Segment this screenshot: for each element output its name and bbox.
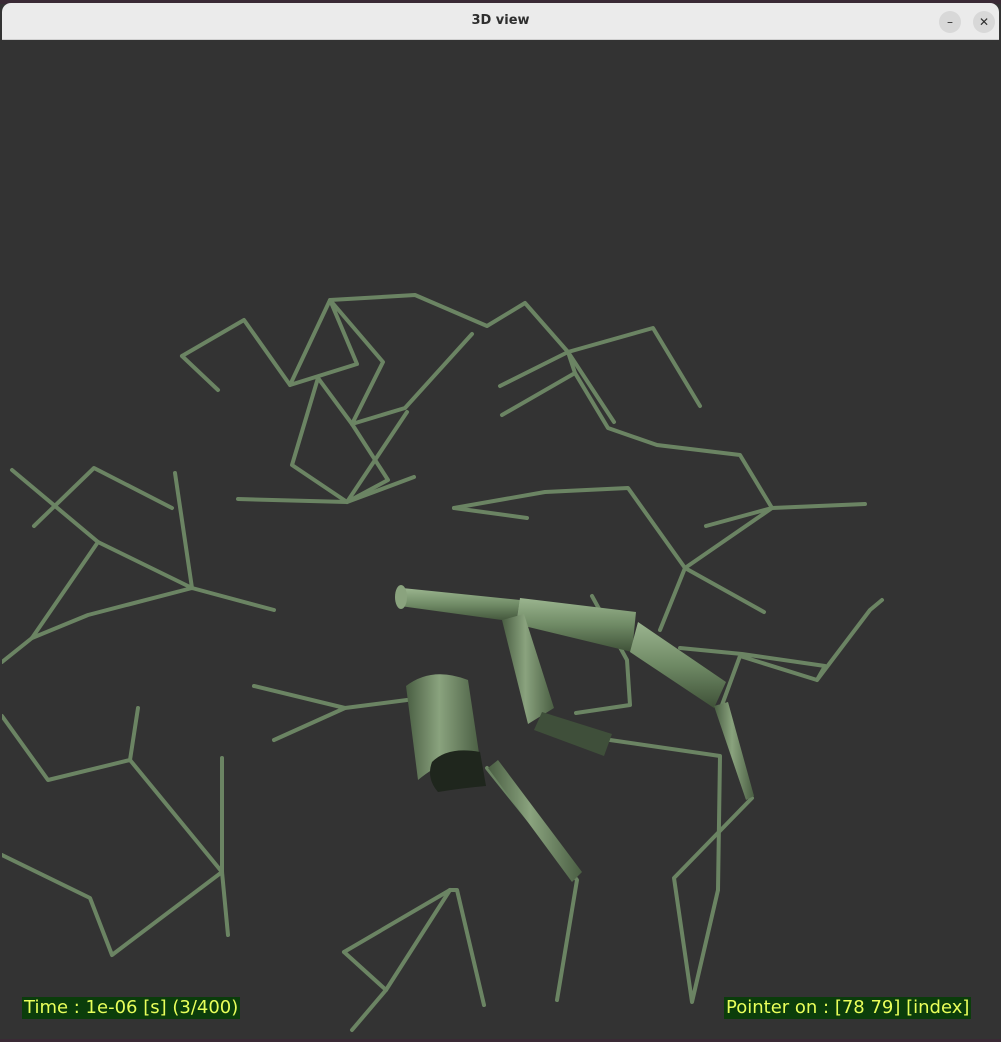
- trace-segment: [342, 950, 388, 992]
- helix-tube: [516, 598, 636, 652]
- 3d-viewport-canvas[interactable]: Time : 1e-06 [s] (3/400) Pointer on : [7…: [2, 40, 999, 1039]
- trace-segment: [342, 888, 452, 1032]
- helix-tube: [534, 712, 612, 756]
- trace-segment: [452, 486, 766, 614]
- helix-tube: [630, 622, 726, 708]
- trace-segment: [180, 354, 220, 392]
- helix-tube: [400, 588, 520, 622]
- trace-segment: [288, 298, 474, 426]
- close-button[interactable]: ✕: [973, 11, 995, 33]
- trace-segment: [343, 698, 409, 710]
- close-icon: ✕: [978, 15, 990, 29]
- trace-segment: [448, 888, 486, 1007]
- trace-segment: [252, 684, 347, 742]
- window-title: 3D view: [471, 13, 530, 28]
- trace-segment: [30, 586, 276, 640]
- trace-segment: [672, 796, 754, 1004]
- trace-segment: [658, 506, 774, 632]
- trace-segment: [452, 506, 529, 520]
- trace-segment: [128, 758, 230, 937]
- backbone-trace: [2, 293, 884, 1032]
- title-bar[interactable]: 3D view – ✕: [2, 3, 999, 40]
- trace-segment: [485, 766, 579, 1002]
- helix-tube-cap: [395, 585, 407, 609]
- trace-segment: [498, 350, 577, 417]
- minimize-icon: –: [947, 15, 953, 29]
- trace-segment: [290, 376, 409, 504]
- trace-segment: [815, 598, 884, 682]
- trace-segment: [566, 350, 616, 424]
- molecule-render: [2, 293, 884, 1032]
- trace-segment: [10, 468, 194, 590]
- 3d-view-window: 3D view – ✕ Time: 1e-06 [s] (3/400) Poi…: [0, 0, 1001, 1042]
- trace-segment: [32, 466, 174, 528]
- trace-segment: [608, 738, 722, 892]
- trace-segment: [180, 293, 702, 408]
- helix-tube: [488, 760, 582, 882]
- time-readout: Time : 1e-06 [s] (3/400): [22, 997, 241, 1019]
- helix-tubes: [395, 585, 754, 882]
- trace-segment: [2, 706, 140, 782]
- trace-segment: [2, 853, 224, 957]
- trace-segment: [2, 540, 100, 664]
- pointer-readout: Pointer on : [78 79] [index]: [724, 997, 972, 1019]
- minimize-button[interactable]: –: [939, 11, 961, 33]
